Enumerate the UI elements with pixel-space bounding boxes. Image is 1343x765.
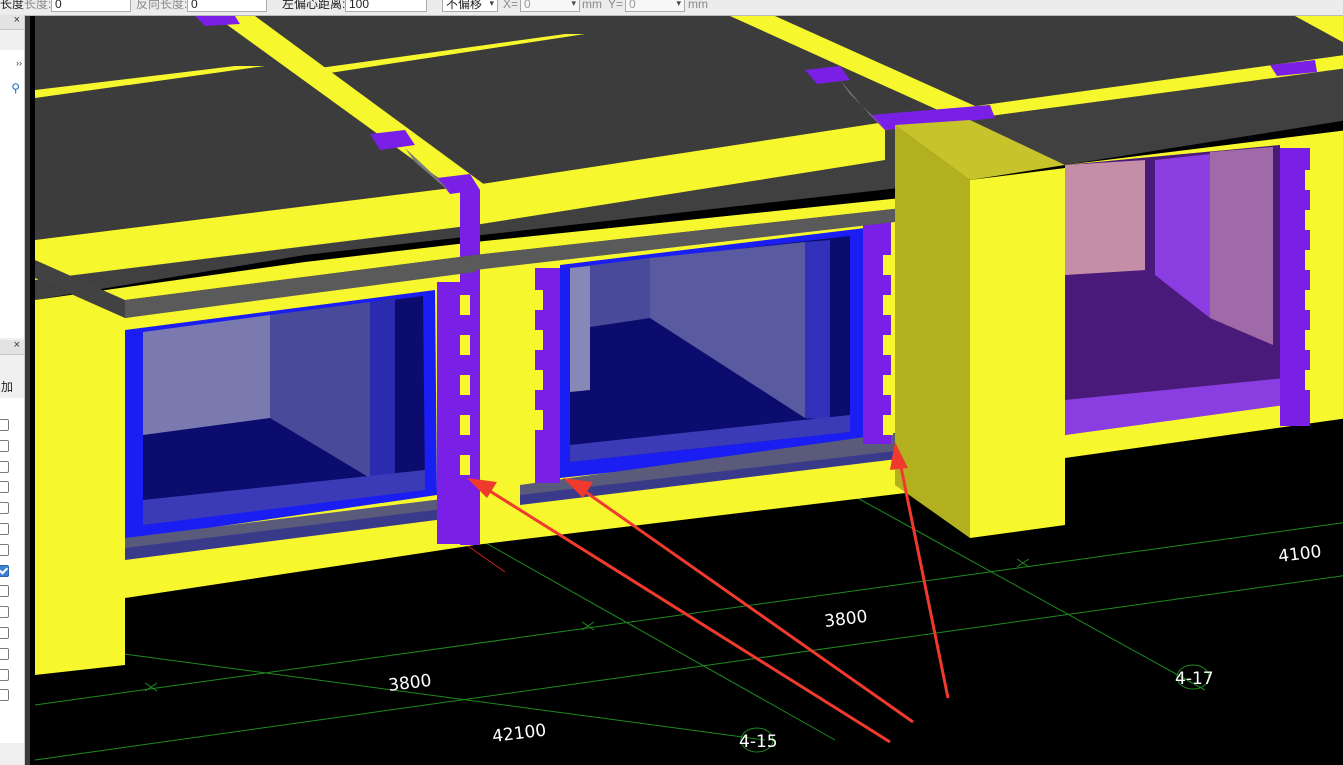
property-checkbox[interactable] [0,439,9,452]
y-input[interactable]: 0 ▾ [625,0,685,12]
property-checkbox[interactable] [0,668,9,681]
property-checkbox[interactable] [0,689,9,702]
property-checkbox[interactable] [0,419,9,431]
property-checkbox[interactable] [0,585,9,598]
panel-header-bottom: × [0,339,24,355]
property-checkbox[interactable] [0,523,9,535]
length-label: 长度 [0,0,25,11]
left-dock-panel: × ›› ⚲ × 加 [0,14,25,765]
y-label: Y= [608,0,624,11]
property-checkbox[interactable] [0,627,9,639]
axis-tag-label: 4-15 [739,732,778,752]
close-icon[interactable]: × [14,14,20,26]
close-icon[interactable]: × [14,339,20,351]
y-value: 0 [629,0,636,11]
length-input[interactable]: 0 [51,0,131,12]
property-checkbox[interactable] [0,647,9,660]
chevron-down-icon: ▾ [676,0,681,8]
property-checkbox[interactable] [0,606,9,619]
panel-property-list [0,398,24,743]
length-label-2: 长度: [24,0,52,11]
chevron-down-icon: ▾ [489,0,494,8]
property-checkbox[interactable] [0,543,9,556]
window-left [125,290,475,560]
x-label: X= [503,0,519,11]
offset-mode-value: 不偏移 [446,0,483,11]
search-icon[interactable]: ⚲ [11,81,20,95]
property-checkbox[interactable] [0,460,9,473]
property-checkbox[interactable] [0,481,9,494]
window-right-room [1065,145,1285,435]
add-label[interactable]: 加 [1,378,13,395]
chevron-down-icon: ▾ [571,0,576,8]
x-input[interactable]: 0 ▾ [520,0,580,12]
left-offset-label: 左偏心距离: [282,0,346,11]
property-checkbox[interactable] [0,502,9,515]
3d-viewport[interactable]: 3800 3800 4100 42100 4-15 4-17 [25,16,1343,765]
yellow-pier [895,120,1065,538]
property-checkbox[interactable] [0,564,9,577]
property-toolbar: 长度 长度: 0 反向长度: 0 左偏心距离: 100 不偏移 ▾ X= 0 ▾… [0,0,1343,16]
reverse-length-input[interactable]: 0 [187,0,267,12]
x-value: 0 [524,0,531,11]
axis-tag-label: 4-17 [1175,669,1214,689]
offset-mode-select[interactable]: 不偏移 ▾ [442,0,498,12]
panel-header-top: × [0,14,24,30]
reverse-length-label: 反向长度: [136,0,188,11]
expand-icon[interactable]: ›› [16,58,22,68]
x-unit: mm [582,0,602,11]
column [460,190,480,545]
building-model-view: 3800 3800 4100 42100 4-15 4-17 [30,16,1343,765]
left-offset-input[interactable]: 100 [345,0,427,12]
y-unit: mm [688,0,708,11]
